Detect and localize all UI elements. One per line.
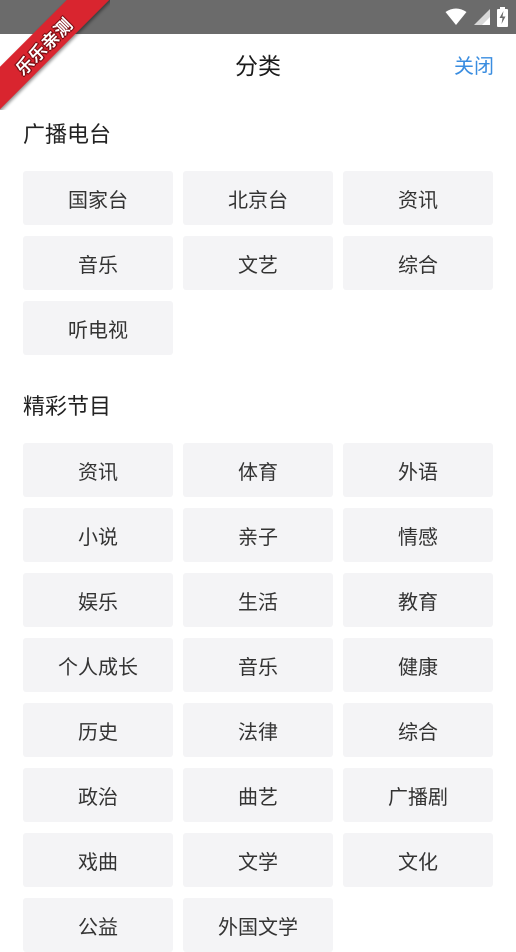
section-title-radio-stations: 广播电台 <box>23 123 112 148</box>
category-chip[interactable]: 文化 <box>343 833 493 887</box>
status-bar <box>0 0 516 34</box>
category-chip[interactable]: 北京台 <box>183 171 333 225</box>
category-chip[interactable]: 个人成长 <box>23 638 173 692</box>
category-chip[interactable]: 曲艺 <box>183 768 333 822</box>
section-title-featured-programs: 精彩节目 <box>23 395 112 420</box>
wifi-icon <box>445 8 467 26</box>
category-chip[interactable]: 资讯 <box>343 171 493 225</box>
category-chip[interactable]: 国家台 <box>23 171 173 225</box>
category-chip[interactable]: 听电视 <box>23 301 173 355</box>
category-chip[interactable]: 体育 <box>183 443 333 497</box>
close-button[interactable]: 关闭 <box>454 50 494 79</box>
page-title: 分类 <box>235 54 281 80</box>
signal-icon <box>473 8 491 26</box>
category-chip[interactable]: 广播剧 <box>343 768 493 822</box>
status-icons <box>445 5 508 29</box>
radio-station-category-grid: 国家台 北京台 资讯音乐 文艺 综合听电视 <box>23 171 493 355</box>
category-chip[interactable]: 生活 <box>183 573 333 627</box>
category-chip[interactable]: 历史 <box>23 703 173 757</box>
category-chip[interactable]: 音乐 <box>23 236 173 290</box>
category-chip[interactable]: 政治 <box>23 768 173 822</box>
battery-charging-icon <box>497 7 508 27</box>
category-chip[interactable]: 情感 <box>343 508 493 562</box>
program-category-grid: 资讯 体育 外语小说 亲子 情感娱乐 生活 教育个人成长 音乐 健康历史 法律 综合政治 曲艺 广播剧戏… <box>23 443 493 952</box>
category-chip[interactable]: 亲子 <box>183 508 333 562</box>
category-chip[interactable]: 综合 <box>343 236 493 290</box>
category-chip[interactable]: 外语 <box>343 443 493 497</box>
category-chip[interactable]: 戏曲 <box>23 833 173 887</box>
category-chip[interactable]: 综合 <box>343 703 493 757</box>
header: 分类 关闭 <box>0 34 516 92</box>
category-chip[interactable]: 外国文学 <box>183 898 333 952</box>
category-chip[interactable]: 文艺 <box>183 236 333 290</box>
category-chip[interactable]: 文学 <box>183 833 333 887</box>
category-chip[interactable]: 健康 <box>343 638 493 692</box>
category-chip[interactable]: 公益 <box>23 898 173 952</box>
category-chip[interactable]: 教育 <box>343 573 493 627</box>
category-chip[interactable]: 音乐 <box>183 638 333 692</box>
category-chip[interactable]: 资讯 <box>23 443 173 497</box>
category-chip[interactable]: 小说 <box>23 508 173 562</box>
category-chip[interactable]: 法律 <box>183 703 333 757</box>
category-chip[interactable]: 娱乐 <box>23 573 173 627</box>
